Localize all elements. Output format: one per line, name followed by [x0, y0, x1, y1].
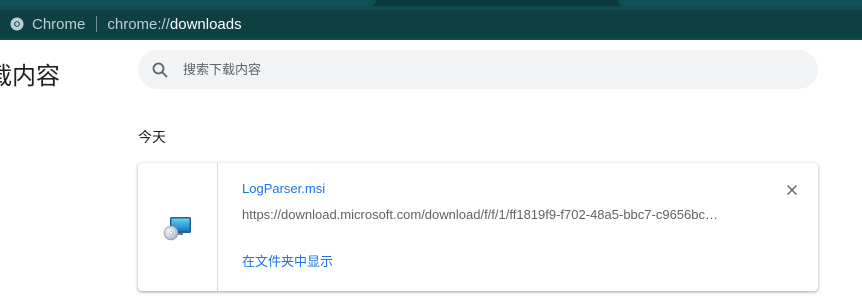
url-host: downloads: [169, 15, 242, 33]
url-scheme: chrome://: [107, 15, 170, 33]
toolbar: Chrome chrome://downloads: [0, 6, 862, 40]
file-name-link[interactable]: LogParser.msi: [242, 181, 325, 196]
remove-download-button[interactable]: [782, 180, 802, 200]
url-text[interactable]: chrome://downloads: [107, 16, 241, 33]
search-box[interactable]: [138, 50, 818, 89]
search-icon[interactable]: [151, 61, 169, 79]
address-bar[interactable]: Chrome chrome://downloads: [0, 10, 862, 38]
chrome-logo-icon[interactable]: [10, 17, 24, 31]
file-source-url[interactable]: https://download.microsoft.com/download/…: [242, 207, 742, 222]
close-icon: [787, 185, 797, 195]
address-divider: [96, 16, 98, 32]
file-icon-column: [138, 163, 218, 291]
show-in-folder-link[interactable]: 在文件夹中显示: [242, 251, 333, 270]
search-input[interactable]: [183, 62, 783, 77]
download-item-card: LogParser.msi https://download.microsoft…: [138, 163, 818, 291]
site-label[interactable]: Chrome: [32, 16, 85, 33]
date-group-header: 今天: [138, 129, 166, 145]
page-title: 下载内容: [0, 63, 60, 90]
installer-file-icon: [163, 217, 191, 241]
